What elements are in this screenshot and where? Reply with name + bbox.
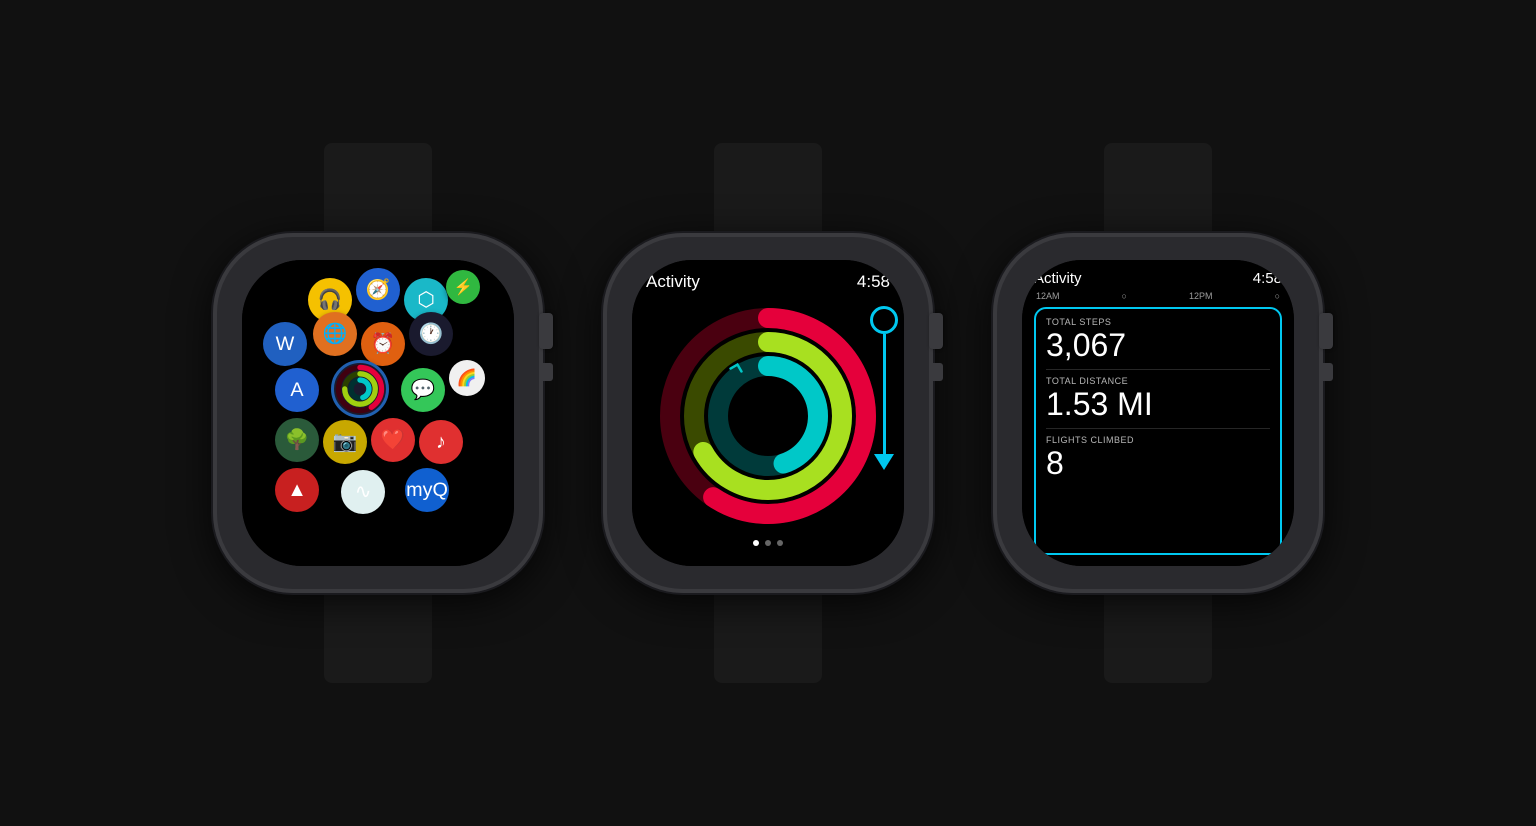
timeline-label-right: 12PM: [1189, 291, 1213, 301]
dot-3: [777, 540, 783, 546]
app-icon-8: A: [275, 368, 319, 412]
app-icon-3: ⚡: [446, 270, 480, 304]
app-icon-6: ⏰: [361, 322, 405, 366]
dot-2: [765, 540, 771, 546]
stat-divider-2: [1046, 428, 1270, 429]
watch-screen-2: Activity 4:58: [632, 260, 904, 566]
stat-value-distance: 1.53 MI: [1046, 387, 1270, 422]
stats-content: TOTAL STEPS 3,067 TOTAL DISTANCE 1.53 MI…: [1034, 307, 1282, 555]
activity-rings-svg: [658, 306, 878, 526]
watch-crown-2: [929, 313, 943, 349]
activity-screen: Activity 4:58: [632, 260, 904, 566]
watch-2-activity-rings: Activity 4:58: [603, 143, 933, 683]
watch-3-activity-stats: Activity 4:58 12AM ○ 12PM ○ TOTAL STEPS …: [993, 143, 1323, 683]
stat-divider-1: [1046, 369, 1270, 370]
app-icon-7: 🕐: [409, 312, 453, 356]
watch-band-bottom-2: [714, 593, 822, 683]
scroll-arrow: [874, 454, 894, 470]
activity-title: Activity: [646, 272, 700, 292]
dot-1: [753, 540, 759, 546]
watch-case-3: Activity 4:58 12AM ○ 12PM ○ TOTAL STEPS …: [993, 233, 1323, 593]
timeline-label-left: 12AM: [1036, 291, 1060, 301]
app-icon-1: 🧭: [356, 268, 400, 312]
scroll-indicator: [870, 306, 898, 470]
watch-btn-2: [929, 363, 943, 381]
watch-band-bottom-1: [324, 593, 432, 683]
app-grid: 🎧🧭⬡⚡W🌐⏰🕐A 💬🌈🌳📷❤️♪▲∿myQ: [242, 260, 514, 566]
stats-screen-title: Activity: [1034, 270, 1082, 287]
stat-label-distance: TOTAL DISTANCE: [1046, 376, 1270, 386]
app-icon-4: W: [263, 322, 307, 366]
stat-label-flights: FLIGHTS CLIMBED: [1046, 435, 1270, 445]
activity-time: 4:58: [857, 272, 890, 292]
stat-value-steps: 3,067: [1046, 328, 1270, 363]
app-icon-18: myQ: [405, 468, 449, 512]
app-icon-12: 🌳: [275, 418, 319, 462]
stat-section-distance: TOTAL DISTANCE 1.53 MI: [1046, 376, 1270, 422]
watch-btn-1: [539, 363, 553, 381]
stat-section-steps: TOTAL STEPS 3,067: [1046, 317, 1270, 363]
app-icon-16: ▲: [275, 468, 319, 512]
watch-case-1: 🎧🧭⬡⚡W🌐⏰🕐A 💬🌈🌳📷❤️♪▲∿myQ: [213, 233, 543, 593]
watch-1-app-grid: 🎧🧭⬡⚡W🌐⏰🕐A 💬🌈🌳📷❤️♪▲∿myQ: [213, 143, 543, 683]
rings-container: [646, 296, 890, 536]
app-icon-10: 💬: [401, 368, 445, 412]
watch-screen-1: 🎧🧭⬡⚡W🌐⏰🕐A 💬🌈🌳📷❤️♪▲∿myQ: [242, 260, 514, 566]
app-icon-17: ∿: [341, 470, 385, 514]
stat-section-flights: FLIGHTS CLIMBED 8: [1046, 435, 1270, 481]
stats-header: Activity 4:58: [1034, 270, 1282, 287]
timeline-marker-left: ○: [1122, 291, 1127, 301]
watch-crown-1: [539, 313, 553, 349]
scroll-line: [883, 334, 886, 454]
app-icon-9: [331, 360, 389, 418]
watch-btn-3: [1319, 363, 1333, 381]
scroll-circle: [870, 306, 898, 334]
timeline-bar: 12AM ○ 12PM ○: [1034, 291, 1282, 301]
app-icon-15: ♪: [419, 420, 463, 464]
watch-screen-3: Activity 4:58 12AM ○ 12PM ○ TOTAL STEPS …: [1022, 260, 1294, 566]
watch-band-top-1: [324, 143, 432, 233]
watch-case-2: Activity 4:58: [603, 233, 933, 593]
stats-screen: Activity 4:58 12AM ○ 12PM ○ TOTAL STEPS …: [1022, 260, 1294, 566]
watch-band-bottom-3: [1104, 593, 1212, 683]
watch-crown-3: [1319, 313, 1333, 349]
stat-label-steps: TOTAL STEPS: [1046, 317, 1270, 327]
watch-band-top-2: [714, 143, 822, 233]
app-icon-14: ❤️: [371, 418, 415, 462]
stat-value-flights: 8: [1046, 446, 1270, 481]
watch-band-top-3: [1104, 143, 1212, 233]
app-icon-11: 🌈: [449, 360, 485, 396]
activity-header: Activity 4:58: [646, 272, 890, 292]
app-icon-13: 📷: [323, 420, 367, 464]
timeline-marker-right: ○: [1275, 291, 1280, 301]
app-icon-5: 🌐: [313, 312, 357, 356]
stats-screen-time: 4:58: [1253, 270, 1282, 287]
page-dots: [646, 540, 890, 546]
